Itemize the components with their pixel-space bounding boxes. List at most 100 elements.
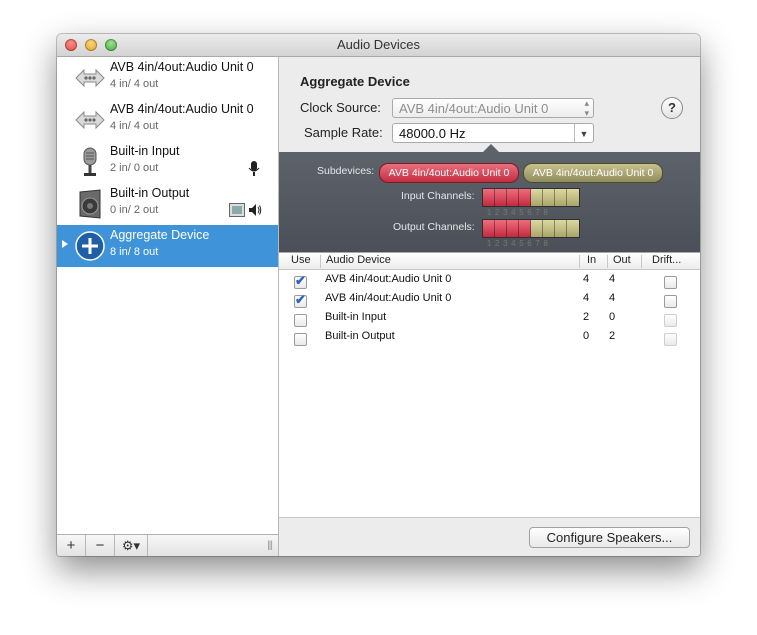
channel-number: 6 [527, 208, 532, 217]
device-io: 2 in/ 0 out [110, 162, 159, 174]
table-row[interactable]: Built-in Input 2 0 [279, 309, 700, 328]
clock-source-value: AVB 4in/4out:Audio Unit 0 [399, 101, 549, 116]
help-button[interactable]: ? [661, 97, 683, 119]
in-cell: 2 [583, 311, 590, 323]
sample-rate-value: 48000.0 Hz [399, 126, 466, 141]
device-io: 0 in/ 2 out [110, 204, 159, 216]
sample-rate-combo[interactable]: 48000.0 Hz ▼ [392, 123, 594, 143]
speaker-icon [79, 189, 101, 219]
finder-system-sound-icon [229, 203, 245, 217]
default-input-microphone-icon [248, 161, 260, 176]
sidebar-toolbar: + − ⚙▾ ||| [57, 534, 279, 556]
avb-network-icon [75, 110, 105, 130]
device-name: AVB 4in/4out:Audio Unit 0 [110, 60, 254, 74]
device-list[interactable]: AVB 4in/4out:Audio Unit 0 4 in/ 4 out AV… [57, 57, 279, 534]
device-item-avb-1[interactable]: AVB 4in/4out:Audio Unit 0 4 in/ 4 out [57, 57, 278, 99]
input-channel-numbers: 1 2 3 4 5 6 7 8 [485, 208, 550, 217]
column-header-audio-device[interactable]: Audio Device [326, 254, 391, 266]
input-channel-3 [507, 189, 519, 206]
column-separator[interactable] [641, 255, 642, 268]
gear-menu-button[interactable]: ⚙▾ [115, 535, 148, 556]
detail-footer: Configure Speakers... [279, 517, 700, 556]
device-item-aggregate[interactable]: Aggregate Device 8 in/ 8 out [57, 225, 278, 267]
channel-number: 5 [519, 239, 524, 248]
device-item-avb-2[interactable]: AVB 4in/4out:Audio Unit 0 4 in/ 4 out [57, 99, 278, 141]
chevron-down-icon[interactable]: ▼ [574, 124, 593, 142]
output-channel-5 [531, 220, 543, 237]
use-checkbox[interactable]: ✔ [294, 292, 307, 308]
subdevice-pill-2[interactable]: AVB 4in/4out:Audio Unit 0 [523, 163, 663, 183]
column-separator[interactable] [607, 255, 608, 268]
use-checkbox[interactable] [294, 333, 307, 346]
table-row[interactable]: ✔ AVB 4in/4out:Audio Unit 0 4 4 [279, 290, 700, 309]
column-header-drift[interactable]: Drift... [652, 254, 681, 266]
use-checkbox[interactable] [294, 314, 307, 327]
device-settings-panel: Aggregate Device Clock Source: AVB 4in/4… [279, 57, 700, 152]
table-header: Use Audio Device In Out Drift... [279, 253, 700, 270]
device-name: Built-in Input [110, 144, 180, 158]
channel-number: 5 [519, 208, 524, 217]
input-channel-5 [531, 189, 543, 206]
column-header-out[interactable]: Out [613, 254, 631, 266]
disclosure-triangle-icon[interactable] [62, 240, 68, 248]
audio-device-cell: AVB 4in/4out:Audio Unit 0 [325, 292, 452, 304]
avb-network-icon [75, 68, 105, 88]
device-item-built-in-output[interactable]: Built-in Output 0 in/ 2 out [57, 183, 278, 225]
output-channel-3 [507, 220, 519, 237]
checkmark-icon: ✔ [295, 273, 306, 288]
drift-correction-checkbox[interactable] [664, 333, 677, 346]
device-name: Aggregate Device [110, 228, 210, 242]
table-row[interactable]: ✔ AVB 4in/4out:Audio Unit 0 4 4 [279, 271, 700, 290]
column-separator[interactable] [579, 255, 580, 268]
channel-number: 1 [486, 239, 492, 248]
in-cell: 4 [583, 273, 590, 285]
channel-number: 8 [543, 208, 548, 217]
input-channel-6 [543, 189, 555, 206]
resize-grip-icon[interactable]: ||| [267, 540, 273, 551]
input-channels-strip [482, 188, 580, 207]
out-cell: 4 [609, 273, 616, 285]
channel-number: 2 [494, 239, 500, 248]
subdevice-table: Use Audio Device In Out Drift... ✔ AVB 4… [279, 252, 700, 518]
remove-device-button[interactable]: − [86, 535, 115, 556]
checkmark-icon: ✔ [295, 292, 306, 307]
input-channel-7 [555, 189, 567, 206]
input-channel-2 [495, 189, 507, 206]
output-channel-2 [495, 220, 507, 237]
output-channels-label: Output Channels: [393, 221, 475, 233]
add-device-button[interactable]: + [57, 535, 86, 556]
drift-correction-checkbox[interactable] [664, 314, 677, 327]
output-channel-numbers: 1 2 3 4 5 6 7 8 [485, 239, 550, 248]
output-channel-6 [543, 220, 555, 237]
device-io: 4 in/ 4 out [110, 120, 159, 132]
input-channel-1 [483, 189, 495, 206]
microphone-icon [83, 147, 97, 176]
column-header-in[interactable]: In [587, 254, 596, 266]
column-header-use[interactable]: Use [291, 254, 311, 266]
subdevices-panel: Subdevices: AVB 4in/4out:Audio Unit 0 AV… [279, 152, 700, 252]
title-bar[interactable]: Audio Devices [57, 34, 700, 57]
input-channel-8 [567, 189, 579, 206]
table-row[interactable]: Built-in Output 0 2 [279, 328, 700, 347]
sample-rate-label: Sample Rate: [304, 125, 383, 140]
subdevice-pill-1[interactable]: AVB 4in/4out:Audio Unit 0 [379, 163, 519, 183]
channel-number: 4 [511, 208, 516, 217]
device-item-built-in-input[interactable]: Built-in Input 2 in/ 0 out [57, 141, 278, 183]
input-channel-4 [519, 189, 531, 206]
column-separator[interactable] [320, 255, 321, 268]
channel-number: 7 [535, 239, 540, 248]
out-cell: 0 [609, 311, 616, 323]
default-output-speaker-icon [249, 204, 262, 216]
drift-correction-checkbox[interactable] [664, 276, 677, 289]
output-channel-8 [567, 220, 579, 237]
audio-device-cell: Built-in Output [325, 330, 395, 342]
configure-speakers-button[interactable]: Configure Speakers... [529, 527, 690, 548]
drift-correction-checkbox[interactable] [664, 295, 677, 308]
output-channel-4 [519, 220, 531, 237]
use-checkbox[interactable]: ✔ [294, 273, 307, 289]
device-name: AVB 4in/4out:Audio Unit 0 [110, 102, 254, 116]
channel-number: 4 [511, 239, 516, 248]
aggregate-plus-icon [75, 231, 105, 261]
in-cell: 4 [583, 292, 590, 304]
clock-source-popup[interactable]: AVB 4in/4out:Audio Unit 0 ▴ ▾ [392, 98, 594, 118]
